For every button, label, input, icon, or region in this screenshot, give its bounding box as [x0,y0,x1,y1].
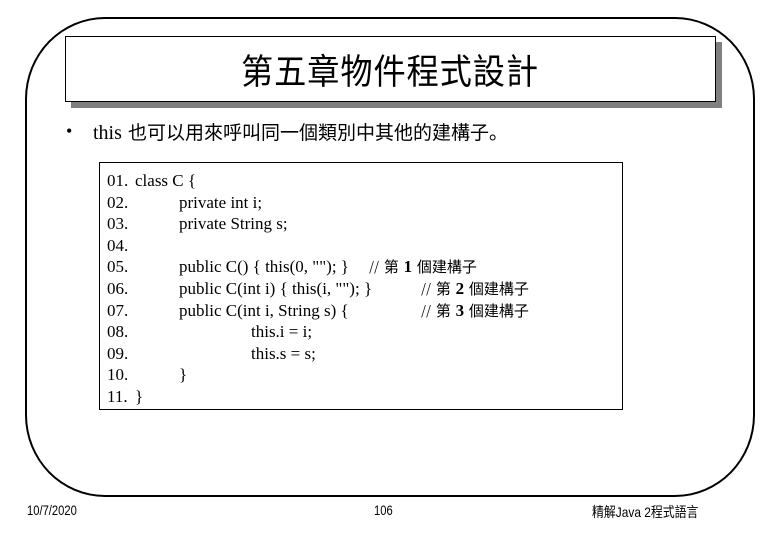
bullet-marker: • [66,120,73,141]
comment-prefix: // 第 [369,258,404,277]
code-text: private String s; [179,214,288,234]
footer-date: 10/7/2020 [27,502,77,518]
code-text: } [179,365,188,385]
code-comment: // 第 3 個建構子 [421,300,529,322]
code-text: public C(int i, String s) { [179,300,349,320]
constructor-number: 2 [455,279,465,298]
comment-suffix: 個建構子 [464,301,529,320]
bullet-keyword: this [93,121,122,144]
comment-suffix: 個建構子 [464,280,529,298]
line-number: 07. [107,300,129,320]
constructor-number: 3 [455,300,465,320]
footer-page-number: 106 [374,502,393,518]
code-text: private int i; [179,192,263,212]
bullet-item: • this 也可以用來呼叫同一個類別中其他的建構子。 [66,117,508,145]
bullet-text: this 也可以用來呼叫同一個類別中其他的建構子。 [93,118,508,145]
slide-title: 第五章物件程式設計 [241,52,540,93]
line-number: 01. [107,171,129,190]
code-text: } [135,387,144,406]
comment-suffix: 個建構子 [412,258,477,277]
comment-prefix: // 第 [421,301,456,320]
code-text: public C() { this(0, ""); } [179,257,349,277]
line-number: 06. [107,279,129,298]
bullet-description: 也可以用來呼叫同一個類別中其他的建構子。 [121,121,508,144]
code-listing: 01. class C { 02. private int i; 03. private … [99,162,623,410]
line-number: 10. [107,365,129,385]
line-number: 04. [107,235,129,255]
code-text: this.i = i; [251,322,313,342]
footer-book-title: 精解Java 2程式語言 [592,504,699,520]
line-number: 03. [107,214,129,234]
line-number: 09. [107,343,129,363]
line-number: 02. [107,192,129,212]
line-number: 05. [107,257,129,277]
constructor-number: 1 [403,257,413,277]
code-text: class C { [135,171,197,190]
code-comment: // 第 1 個建構子 [369,256,477,278]
code-comment: // 第 2 個建構子 [421,278,529,300]
title-box: 第五章物件程式設計 [65,36,716,102]
code-text: public C(int i) { this(i, ""); } [179,279,373,298]
comment-prefix: // 第 [421,280,456,298]
line-number: 11. [107,387,128,406]
line-number: 08. [107,322,129,342]
code-text: this.s = s; [251,343,316,363]
